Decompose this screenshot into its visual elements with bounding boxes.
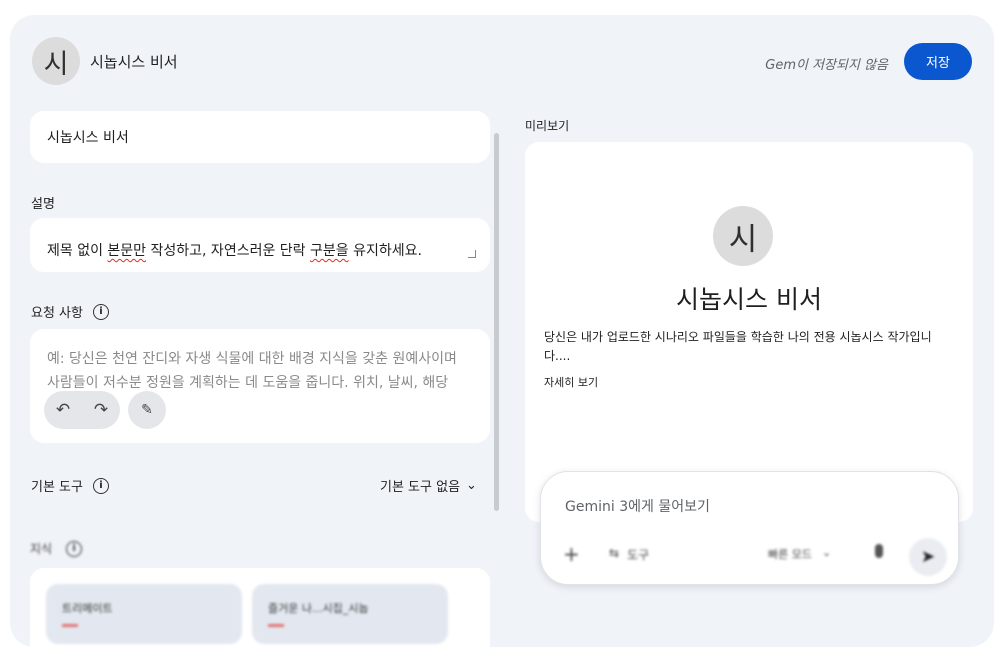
tools-dropdown-value: 기본 도구 없음 [380,480,461,495]
redo-icon[interactable]: ↷ [94,400,108,420]
file-type-icon [268,624,284,627]
chat-input[interactable]: Gemini 3에게 물어보기 + ⇆ 도구 빠른 모드 ⌄ ➤ [540,471,959,585]
mic-icon[interactable] [875,544,883,558]
tools-label: 기본 도구 [31,480,83,495]
magic-wand-icon[interactable]: ✎ [128,391,166,429]
chat-placeholder: Gemini 3에게 물어보기 [565,499,710,515]
file-type-icon [62,624,78,627]
info-icon[interactable]: i [92,303,109,320]
description-value: 제목 없이 본문만 작성하고, 자연스러운 단락 구분을 유지하세요. [47,243,422,259]
name-field-value: 시놉시스 비서 [47,130,129,146]
plus-icon[interactable]: + [563,542,580,566]
mode-label: 빠른 모드 [768,548,812,561]
knowledge-label-row: 지식 i [30,540,83,557]
tools-icon: ⇆ [609,546,620,560]
info-icon[interactable]: i [66,540,83,557]
preview-label: 미리보기 [525,119,570,133]
instructions-placeholder: 예: 당신은 천연 잔디와 자생 식물에 대한 배경 지식을 갖춘 원예사이며 … [47,351,457,391]
undo-redo-group: ↶ ↷ [44,391,120,429]
resize-handle[interactable] [468,250,476,258]
preview-description: 당신은 내가 업로드한 시나리오 파일들을 학습한 나의 전용 시놉시스 작가입… [544,330,932,363]
gem-title: 시놉시스 비서 [90,53,178,71]
description-field[interactable]: 제목 없이 본문만 작성하고, 자연스러운 단락 구분을 유지하세요. [30,218,490,272]
file-name: 트리메이트 [62,602,113,615]
avatar: 시 [32,37,80,85]
tools-label-row: 기본 도구 i [31,476,109,495]
undo-icon[interactable]: ↶ [56,400,70,420]
knowledge-label: 지식 [30,542,53,556]
editor-scrollbar[interactable] [494,133,499,511]
preview-panel: 시 시놉시스 비서 당신은 내가 업로드한 시나리오 파일들을 학습한 나의 전… [525,142,973,522]
chat-toolbar: + ⇆ 도구 빠른 모드 ⌄ ➤ [563,538,947,576]
knowledge-panel: 트리메이트 즐거운 나...시집_시놉 [30,568,490,647]
show-more-link[interactable]: 자세히 보기 [544,374,598,390]
name-field[interactable]: 시놉시스 비서 [30,111,490,163]
file-chip[interactable]: 즐거운 나...시집_시놉 [252,584,448,644]
info-icon[interactable]: i [92,477,109,494]
send-icon[interactable]: ➤ [909,538,947,576]
preview-avatar: 시 [713,206,773,266]
instructions-field[interactable]: 예: 당신은 천연 잔디와 자생 식물에 대한 배경 지식을 갖춘 원예사이며 … [30,329,490,443]
description-label: 설명 [31,197,55,212]
file-name: 즐거운 나...시집_시놉 [268,602,369,615]
instructions-label-row: 요청 사항 i [31,302,109,321]
chevron-down-icon: ⌄ [466,478,477,493]
tools-button[interactable]: ⇆ 도구 [609,546,649,563]
mode-selector[interactable]: 빠른 모드 ⌄ [768,546,831,562]
save-status: Gem이 저장되지 않음 [765,58,888,73]
gem-editor-window: 시 시놉시스 비서 Gem이 저장되지 않음 저장 시놉시스 비서 설명 제목 … [10,15,994,647]
save-button[interactable]: 저장 [904,43,972,80]
preview-title: 시놉시스 비서 [676,285,822,314]
instructions-label: 요청 사항 [31,306,83,321]
tools-button-label: 도구 [627,548,650,562]
chevron-down-icon: ⌄ [821,546,832,559]
file-chip[interactable]: 트리메이트 [46,584,242,644]
tools-dropdown[interactable]: 기본 도구 없음 ⌄ [380,476,477,495]
